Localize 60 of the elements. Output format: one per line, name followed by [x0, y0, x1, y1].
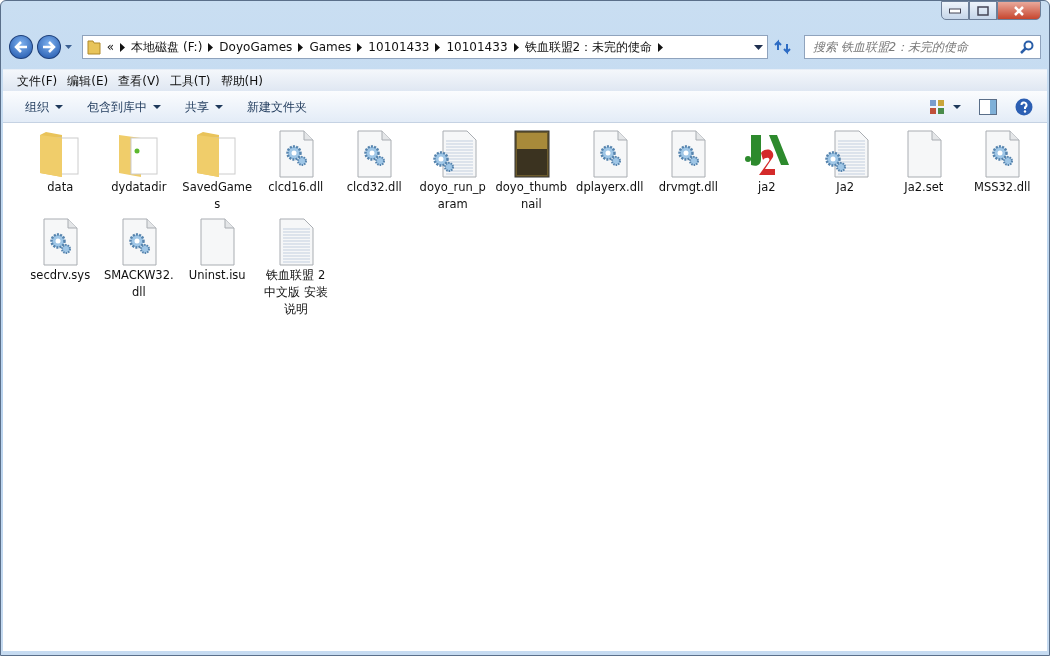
file-name[interactable]: Ja2.set — [887, 179, 960, 196]
toolbar-button[interactable]: 组织 — [17, 94, 71, 119]
minimize-icon — [949, 7, 961, 14]
file-name[interactable]: clcd32.dll — [338, 179, 411, 196]
file-name[interactable]: doyo_thumbnail — [495, 179, 568, 213]
file-name[interactable]: SMACKW32.dll — [102, 267, 175, 301]
maximize-icon — [977, 5, 989, 16]
file-name[interactable]: ja2 — [730, 179, 803, 196]
menu-item[interactable]: 工具(T) — [165, 70, 215, 91]
view-options-icon[interactable] — [929, 98, 945, 115]
search-field[interactable]: 搜索 铁血联盟2：未完的使命 — [803, 35, 1041, 59]
minimize-button[interactable] — [941, 1, 969, 20]
menu-item[interactable]: 帮助(H) — [216, 70, 267, 91]
close-icon — [1013, 5, 1025, 16]
file-name[interactable]: Ja2 — [809, 179, 882, 196]
breadcrumb-segment[interactable]: 铁血联盟2：未完的使命 — [524, 38, 653, 56]
recent-pages-caret-icon[interactable] — [64, 45, 72, 49]
file-name[interactable]: SavedGames — [181, 179, 254, 213]
file-name[interactable]: drvmgt.dll — [652, 179, 725, 196]
address-bar[interactable]: « 本地磁盘 (F:) DoyoGames Games 10101433 10101433 铁血联盟2：未完的使命 — [81, 35, 768, 59]
file-name[interactable]: dplayerx.dll — [573, 179, 646, 196]
back-button[interactable] — [9, 35, 33, 59]
menu-item[interactable]: 查看(V) — [114, 70, 164, 91]
toolbar-button[interactable]: 包含到库中 — [79, 94, 169, 119]
left-arrow-icon — [13, 41, 28, 53]
breadcrumb-arrow-icon[interactable] — [658, 42, 664, 52]
preview-pane-icon[interactable] — [979, 98, 997, 115]
help-icon[interactable] — [1015, 97, 1033, 116]
forward-button[interactable] — [36, 35, 61, 59]
file-name[interactable]: clcd16.dll — [259, 179, 332, 196]
folder-icon — [86, 39, 101, 55]
file-name[interactable]: data — [24, 179, 97, 196]
breadcrumb-arrow-icon[interactable] — [208, 42, 214, 52]
breadcrumb-segment[interactable]: Games — [309, 38, 352, 56]
close-button[interactable] — [997, 1, 1041, 20]
breadcrumb-arrow-icon[interactable] — [120, 42, 126, 52]
caret-icon[interactable] — [953, 104, 961, 109]
toolbar-button[interactable]: 共享 — [177, 94, 231, 119]
breadcrumb-segment[interactable]: DoyoGames — [219, 38, 293, 56]
breadcrumb-arrow-icon[interactable] — [298, 42, 304, 52]
search-icon[interactable] — [1020, 40, 1034, 54]
maximize-button[interactable] — [969, 1, 997, 20]
file-name[interactable]: Uninst.isu — [181, 267, 254, 284]
file-name[interactable]: secdrv.sys — [24, 267, 97, 284]
file-name[interactable]: MSS32.dll — [966, 179, 1039, 196]
toolbar-button[interactable]: 新建文件夹 — [239, 94, 315, 119]
menu-item[interactable]: 文件(F) — [13, 70, 62, 91]
menu-item[interactable]: 编辑(E) — [63, 70, 113, 91]
right-arrow-icon — [41, 41, 56, 53]
file-name[interactable]: doyo_run_param — [416, 179, 489, 213]
breadcrumb-segment[interactable]: 10101433 — [368, 38, 430, 56]
breadcrumb-segment[interactable]: 10101433 — [446, 38, 508, 56]
breadcrumb-segment[interactable]: 本地磁盘 (F:) — [131, 38, 203, 56]
breadcrumb-arrow-icon[interactable] — [357, 42, 363, 52]
dropdown-caret-icon[interactable] — [753, 44, 763, 50]
overflow-chevron[interactable]: « — [106, 38, 115, 56]
file-name[interactable]: 铁血联盟 2 中文版 安装说明 — [259, 267, 332, 318]
file-name[interactable]: dydatadir — [102, 179, 175, 196]
breadcrumb-arrow-icon[interactable] — [513, 42, 519, 52]
breadcrumb-arrow-icon[interactable] — [435, 42, 441, 52]
